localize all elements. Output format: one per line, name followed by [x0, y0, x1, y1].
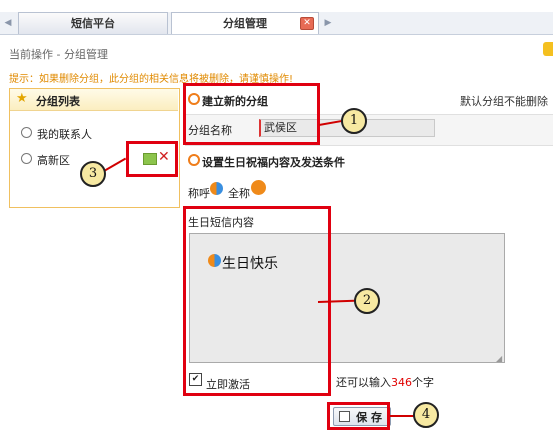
callout-4: 4 [413, 402, 439, 428]
help-icon[interactable] [543, 42, 553, 56]
callout-3: 3 [80, 161, 106, 187]
annotation-box-2 [183, 206, 331, 396]
breadcrumb: 当前操作 - 分组管理 [9, 48, 108, 61]
group-radio[interactable] [21, 127, 32, 138]
fullname-insert-icon[interactable] [251, 180, 266, 195]
group-item-label[interactable]: 我的联系人 [37, 126, 92, 142]
group-radio[interactable] [21, 153, 32, 164]
resize-handle-icon[interactable]: ◢ [496, 354, 502, 363]
tab-group-management[interactable]: 分组管理 [171, 12, 319, 34]
star-icon: ★ [16, 91, 28, 106]
birthday-section-title: 设置生日祝福内容及发送条件 [202, 156, 345, 169]
callout-2: 2 [354, 288, 380, 314]
remaining-count: 346 [391, 376, 412, 389]
scroll-left-icon[interactable]: ◀ [3, 16, 13, 30]
remaining-prefix: 还可以输入 [336, 376, 391, 389]
remaining-suffix: 个字 [412, 376, 434, 389]
close-tab-icon[interactable]: ✕ [300, 17, 314, 30]
scroll-right-icon[interactable]: ▶ [323, 16, 333, 30]
callout-1: 1 [341, 108, 367, 134]
annotation-box-4 [327, 402, 390, 430]
salutation-insert-icon[interactable] [210, 182, 223, 195]
annotation-box-1 [183, 83, 320, 145]
fullname-label: 全称 [228, 187, 250, 200]
remaining-chars-text: 还可以输入346个字 [336, 374, 434, 390]
salutation-label: 称呼 [188, 187, 210, 200]
default-group-note: 默认分组不能删除 [460, 95, 548, 108]
section-bullet-icon [188, 154, 200, 166]
tab-sms-platform[interactable]: 短信平台 [18, 12, 168, 34]
group-item-label[interactable]: 高新区 [37, 152, 70, 168]
group-list-title: 分组列表 [36, 95, 80, 108]
annotation-box-3 [126, 141, 178, 177]
